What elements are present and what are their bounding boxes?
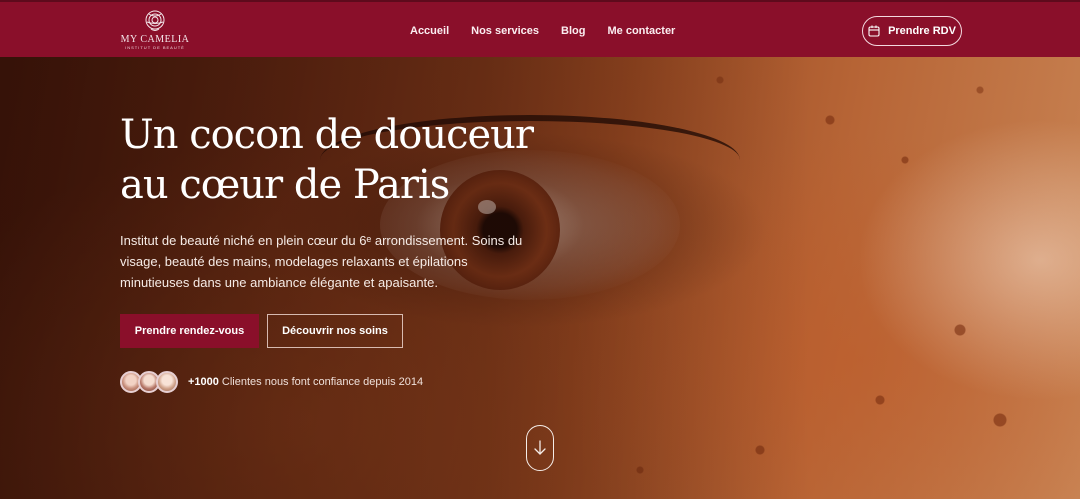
social-proof: +1000 Clientes nous font confiance depui… bbox=[120, 370, 423, 394]
book-appointment-button[interactable]: Prendre RDV bbox=[862, 16, 962, 46]
logo[interactable]: MY CAMELIA INSTITUT DE BEAUTÉ bbox=[120, 9, 190, 51]
nav-link-services[interactable]: Nos services bbox=[471, 25, 539, 37]
discover-treatments-button[interactable]: Découvrir nos soins bbox=[267, 314, 403, 348]
main-nav: Accueil Nos services Blog Me contacter bbox=[410, 2, 675, 59]
nav-link-blog[interactable]: Blog bbox=[561, 25, 585, 37]
hero-title-line-2: au cœur de Paris bbox=[120, 162, 450, 208]
arrow-down-icon bbox=[534, 440, 546, 455]
calendar-icon bbox=[868, 25, 880, 37]
client-avatars bbox=[120, 371, 178, 393]
logo-tagline: INSTITUT DE BEAUTÉ bbox=[125, 45, 185, 50]
book-appointment-hero-button[interactable]: Prendre rendez-vous bbox=[120, 314, 259, 348]
avatar bbox=[156, 371, 178, 393]
hero-description: Institut de beauté niché en plein cœur d… bbox=[120, 233, 523, 290]
scroll-down-button[interactable] bbox=[526, 425, 554, 471]
nav-link-contact[interactable]: Me contacter bbox=[607, 25, 675, 37]
client-trust-text: Clientes nous font confiance depuis 2014 bbox=[221, 376, 424, 388]
navbar: MY CAMELIA INSTITUT DE BEAUTÉ Accueil No… bbox=[0, 0, 1080, 57]
book-appointment-label: Prendre RDV bbox=[888, 25, 956, 37]
nav-link-accueil[interactable]: Accueil bbox=[410, 25, 449, 37]
client-count: +1000 bbox=[188, 376, 219, 388]
logo-name: MY CAMELIA bbox=[120, 34, 190, 45]
hero-title-line-1: Un cocon de douceur bbox=[120, 112, 534, 158]
hero-title: Un cocon de douceur au cœur de Paris bbox=[120, 110, 600, 210]
rose-icon bbox=[145, 10, 165, 31]
